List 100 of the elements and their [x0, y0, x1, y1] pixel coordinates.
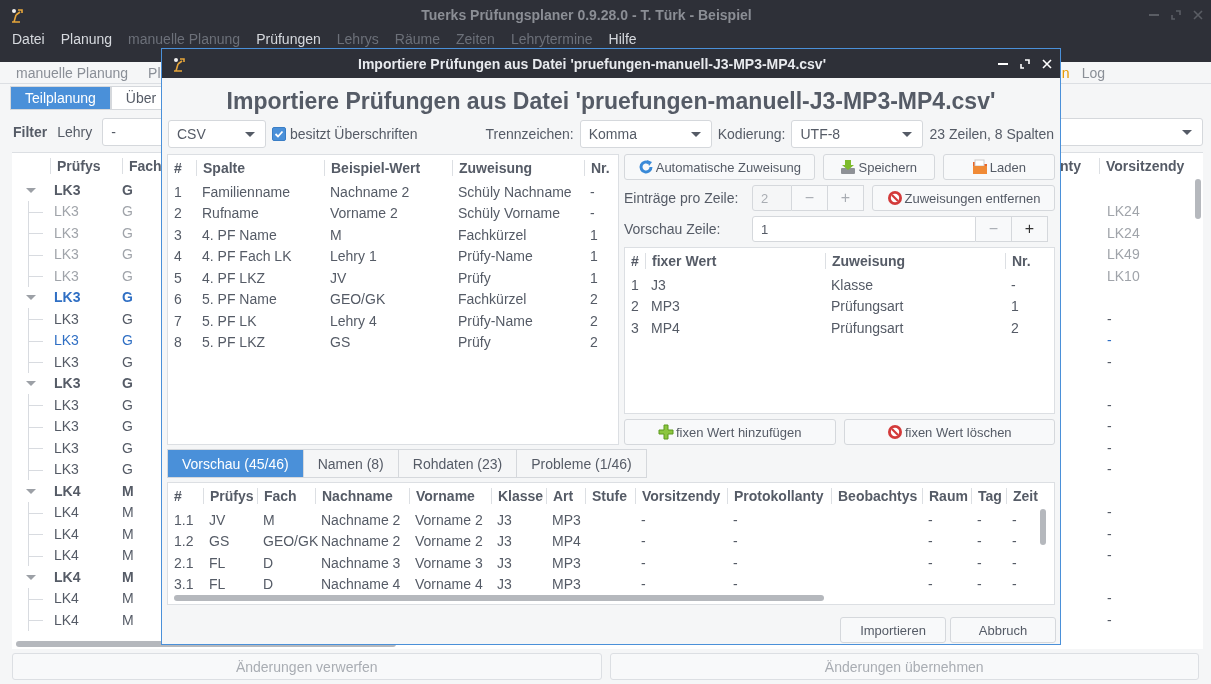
- checkbox[interactable]: [272, 127, 286, 141]
- scrollbar[interactable]: [174, 595, 824, 601]
- table-cell-text: MP4: [551, 533, 582, 550]
- scrollbar[interactable]: [1040, 509, 1046, 545]
- tab[interactable]: Rohdaten (23): [398, 449, 518, 478]
- column-header[interactable]: Vorsitzendy: [635, 488, 727, 504]
- table-cell-text: -: [640, 511, 647, 528]
- prohibited-icon: [886, 424, 903, 440]
- expander-icon[interactable]: [25, 378, 37, 389]
- increment-button[interactable]: +: [1012, 216, 1048, 242]
- encoding-dropdown[interactable]: UTF-8: [791, 120, 924, 148]
- column-header[interactable]: #: [168, 160, 196, 176]
- table-cell-text: MP3: [551, 511, 582, 528]
- column-header[interactable]: Beispiel-Wert: [324, 160, 452, 176]
- dialog-button[interactable]: Importieren: [840, 617, 946, 643]
- menu-item[interactable]: Prüfungen: [250, 31, 327, 47]
- table-cell-text: G: [122, 461, 134, 478]
- column-header[interactable]: Spalte: [196, 160, 324, 176]
- column-header[interactable]: Zuweisung: [452, 160, 584, 176]
- table-cell-text: 5. PF LK: [201, 312, 258, 329]
- tab[interactable]: Namen (8): [303, 449, 399, 478]
- action-button[interactable]: Zuweisungen entfernen: [872, 185, 1055, 211]
- column-header[interactable]: Vorname: [409, 488, 491, 504]
- action-button[interactable]: Speichern: [822, 154, 935, 180]
- table-cell-text: MP3: [551, 554, 582, 571]
- table-cell-text: G: [122, 289, 134, 306]
- table-cell-text: -: [1106, 504, 1113, 521]
- action-button[interactable]: Automatische Zuweisung: [624, 154, 815, 180]
- column-header[interactable]: Protokollanty: [727, 488, 831, 504]
- table-cell-text: -: [640, 576, 647, 593]
- table-cell-text: LK3: [53, 289, 82, 306]
- table-cell-text: Fachkürzel: [457, 226, 528, 243]
- column-header[interactable]: Nachname: [315, 488, 409, 504]
- column-header[interactable]: Klasse: [491, 488, 546, 504]
- column-header[interactable]: Prüfys: [50, 158, 122, 174]
- table-cell-text: LK3: [53, 396, 80, 413]
- table-cell-text: Schüly Nachname: [457, 183, 573, 200]
- column-header[interactable]: Tag: [971, 488, 1006, 504]
- field-label: Vorschau Zeile:: [624, 221, 722, 237]
- table-cell-text: JV: [329, 269, 348, 286]
- scrollbar[interactable]: [1195, 179, 1201, 219]
- table-cell-text: Lehry 1: [329, 248, 378, 265]
- table-cell-text: G: [122, 418, 134, 435]
- column-header[interactable]: #: [168, 488, 203, 504]
- column-header[interactable]: Vorsitzendy: [1099, 158, 1191, 174]
- column-header[interactable]: Fach: [257, 488, 315, 504]
- table-cell-text: G: [122, 246, 134, 263]
- action-button[interactable]: fixen Wert hinzufügen: [624, 419, 836, 445]
- table-cell-text: D: [262, 576, 275, 593]
- menu-item[interactable]: Hilfe: [602, 31, 643, 47]
- separator-dropdown[interactable]: Komma: [579, 120, 712, 148]
- table-cell-text: J3: [496, 533, 513, 550]
- table-cell-text: -: [589, 183, 596, 200]
- expander-icon[interactable]: [25, 292, 37, 303]
- tab[interactable]: Probleme (1/46): [517, 449, 647, 478]
- window-title: Importiere Prüfungen aus Datei 'pruefungen-manuell-J3-MP3-MP4.csv': [357, 55, 827, 72]
- column-header[interactable]: Beobachtys: [831, 488, 922, 504]
- table-cell-text: 1: [589, 269, 599, 286]
- tree-line: [28, 243, 42, 265]
- number-field[interactable]: 1: [752, 216, 976, 242]
- table-cell-text: G: [122, 181, 134, 198]
- column-header[interactable]: Nr.: [1005, 253, 1035, 269]
- column-header[interactable]: fixer Wert: [645, 253, 825, 269]
- column-header[interactable]: Stufe: [585, 488, 635, 504]
- table-cell-text: G: [122, 375, 134, 392]
- table-cell-text: Prüfy: [457, 334, 492, 351]
- column-header[interactable]: Prüfys: [203, 488, 257, 504]
- table-cell-text: MP3: [551, 576, 582, 593]
- table-cell-text: LK3: [53, 332, 80, 349]
- filter-label: Filter: [13, 124, 48, 140]
- column-header[interactable]: Art: [546, 488, 585, 504]
- table-cell-text: 2.1: [173, 554, 195, 571]
- table-cell-text: 2: [589, 291, 599, 308]
- dropdown[interactable]: [1058, 118, 1203, 146]
- column-header[interactable]: Zuweisung: [825, 253, 1005, 269]
- dialog-button[interactable]: Abbruch: [950, 617, 1056, 643]
- table-cell-text: G: [122, 267, 134, 284]
- menu-item[interactable]: Datei: [6, 31, 51, 47]
- table-cell-text: Fachkürzel: [457, 291, 528, 308]
- table-cell-text: G: [122, 224, 134, 241]
- table-cell-text: 7: [173, 312, 183, 329]
- column-header[interactable]: #: [625, 253, 645, 269]
- table-cell-text: -: [927, 554, 934, 571]
- column-header[interactable]: Nr.: [584, 160, 616, 176]
- column-header[interactable]: Raum: [922, 488, 971, 504]
- column-header[interactable]: Zeit: [1006, 488, 1040, 504]
- table-cell-text: MP3: [650, 298, 681, 315]
- tree-line: [28, 200, 42, 222]
- table-cell-text: Nachname 3: [320, 554, 402, 571]
- format-dropdown[interactable]: CSV: [168, 120, 266, 148]
- menu-item[interactable]: Planung: [54, 31, 119, 47]
- table-cell-text: FL: [208, 576, 227, 593]
- dialog-heading: Importiere Prüfungen aus Datei 'pruefungen-manuell-J3-MP3-MP4.csv': [225, 87, 997, 116]
- action-button[interactable]: Laden: [942, 154, 1055, 180]
- table-cell-text: 1: [589, 248, 599, 265]
- tree-line: [28, 308, 42, 330]
- table-cell-text: 3: [630, 319, 640, 336]
- action-button[interactable]: fixen Wert löschen: [843, 419, 1055, 445]
- table-cell-text: -: [640, 554, 647, 571]
- table-cell-text: J3: [650, 276, 667, 293]
